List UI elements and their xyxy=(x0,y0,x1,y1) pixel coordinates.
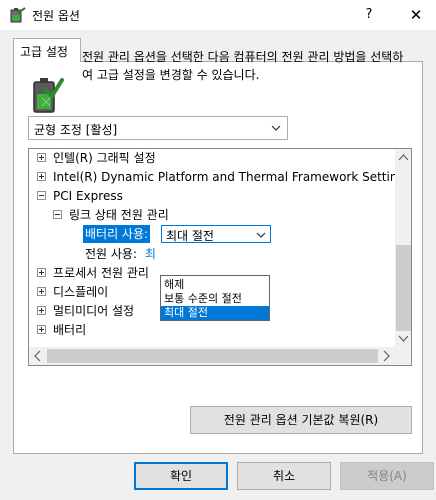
battery-check-icon xyxy=(33,78,64,113)
help-button[interactable]: ? xyxy=(354,2,384,28)
dropdown-option-moderate[interactable]: 보통 수준의 절전 xyxy=(161,292,269,306)
dropdown-option-off[interactable]: 해제 xyxy=(161,278,269,292)
tree-item-label: PCI Express xyxy=(53,189,123,203)
expand-plus-icon[interactable] xyxy=(37,306,46,315)
power-options-icon xyxy=(10,7,26,23)
on-battery-value: 최대 절전 xyxy=(166,229,214,243)
tree-item-label: 프로세서 전원 관리 xyxy=(53,266,149,280)
expand-plus-icon[interactable] xyxy=(37,268,46,277)
settings-tree[interactable]: 인텔(R) 그래픽 설정 Intel(R) Dynamic Platform a… xyxy=(28,148,412,366)
on-battery-dropdown-list[interactable]: 해제 보통 수준의 절전 최대 절전 xyxy=(160,275,270,321)
scroll-left-arrow-icon[interactable] xyxy=(29,347,46,365)
tree-item-label: Intel(R) Dynamic Platform and Thermal Fr… xyxy=(53,170,412,184)
tree-item-display[interactable]: 디스플레이 xyxy=(37,283,108,301)
scroll-corner xyxy=(395,347,411,365)
title-bar: 전원 옵션 ? ✕ xyxy=(0,0,436,30)
vertical-scroll-thumb[interactable] xyxy=(396,245,411,331)
collapse-minus-icon[interactable] xyxy=(53,210,62,219)
tree-item-graphics-settings[interactable]: 인텔(R) 그래픽 설정 xyxy=(37,149,156,167)
tree-item-label: 디스플레이 xyxy=(53,285,109,299)
ok-button[interactable]: 확인 xyxy=(134,462,228,490)
tree-item-label: 배터리 xyxy=(53,323,87,337)
power-plan-select[interactable]: 균형 조정 [활성] xyxy=(28,116,288,140)
tree-item-dptf-settings[interactable]: Intel(R) Dynamic Platform and Thermal Fr… xyxy=(37,168,411,186)
power-plan-value: 균형 조정 [활성] xyxy=(34,123,118,137)
tree-item-processor-power[interactable]: 프로세서 전원 관리 xyxy=(37,264,149,282)
horizontal-scroll-thumb[interactable] xyxy=(47,349,378,363)
scroll-up-arrow-icon[interactable] xyxy=(395,149,412,166)
expand-plus-icon[interactable] xyxy=(37,153,46,162)
tree-item-label: 링크 상태 전원 관리 xyxy=(69,208,169,222)
restore-defaults-button[interactable]: 전원 관리 옵션 기본값 복원(R) xyxy=(190,406,412,434)
vertical-scrollbar[interactable] xyxy=(395,149,412,347)
tree-item-battery[interactable]: 배터리 xyxy=(37,321,86,339)
tree-item-label: 인텔(R) 그래픽 설정 xyxy=(53,151,156,165)
on-battery-value-select[interactable]: 최대 절전 xyxy=(161,225,271,243)
expand-plus-icon[interactable] xyxy=(37,287,46,296)
cancel-button[interactable]: 취소 xyxy=(237,462,331,490)
tree-item-multimedia[interactable]: 멀티미디어 설정 xyxy=(37,302,134,320)
expand-plus-icon[interactable] xyxy=(37,325,46,334)
tree-item-plugged-in[interactable]: 전원 사용: 최 xyxy=(85,245,156,263)
tree-item-on-battery[interactable]: 배터리 사용: 최대 절전 xyxy=(83,225,411,243)
tab-label: 고급 설정 xyxy=(20,45,68,59)
chevron-down-icon xyxy=(256,232,266,238)
collapse-minus-icon[interactable] xyxy=(37,191,46,200)
apply-button[interactable]: 적용(A) xyxy=(340,462,434,490)
scroll-right-arrow-icon[interactable] xyxy=(378,347,395,365)
scroll-down-arrow-icon[interactable] xyxy=(395,330,412,347)
close-button[interactable]: ✕ xyxy=(400,2,432,28)
plugged-in-value[interactable]: 최 xyxy=(145,247,156,261)
tree-item-link-state-power[interactable]: 링크 상태 전원 관리 xyxy=(53,206,169,224)
tab-advanced-settings[interactable]: 고급 설정 xyxy=(13,38,81,62)
window-title: 전원 옵션 xyxy=(32,9,80,23)
tree-item-pci-express[interactable]: PCI Express xyxy=(37,187,123,205)
chevron-down-icon xyxy=(271,125,281,131)
tree-item-label: 멀티미디어 설정 xyxy=(53,304,135,318)
description-text: 전원 관리 옵션을 선택한 다음 컴퓨터의 전원 관리 방법을 선택하여 고급 … xyxy=(82,50,404,82)
plugged-in-label: 전원 사용: xyxy=(85,247,138,261)
horizontal-scrollbar[interactable] xyxy=(29,347,395,365)
on-battery-label: 배터리 사용: xyxy=(83,225,151,243)
expand-plus-icon[interactable] xyxy=(37,172,46,181)
dropdown-option-maximum[interactable]: 최대 절전 xyxy=(161,306,269,320)
